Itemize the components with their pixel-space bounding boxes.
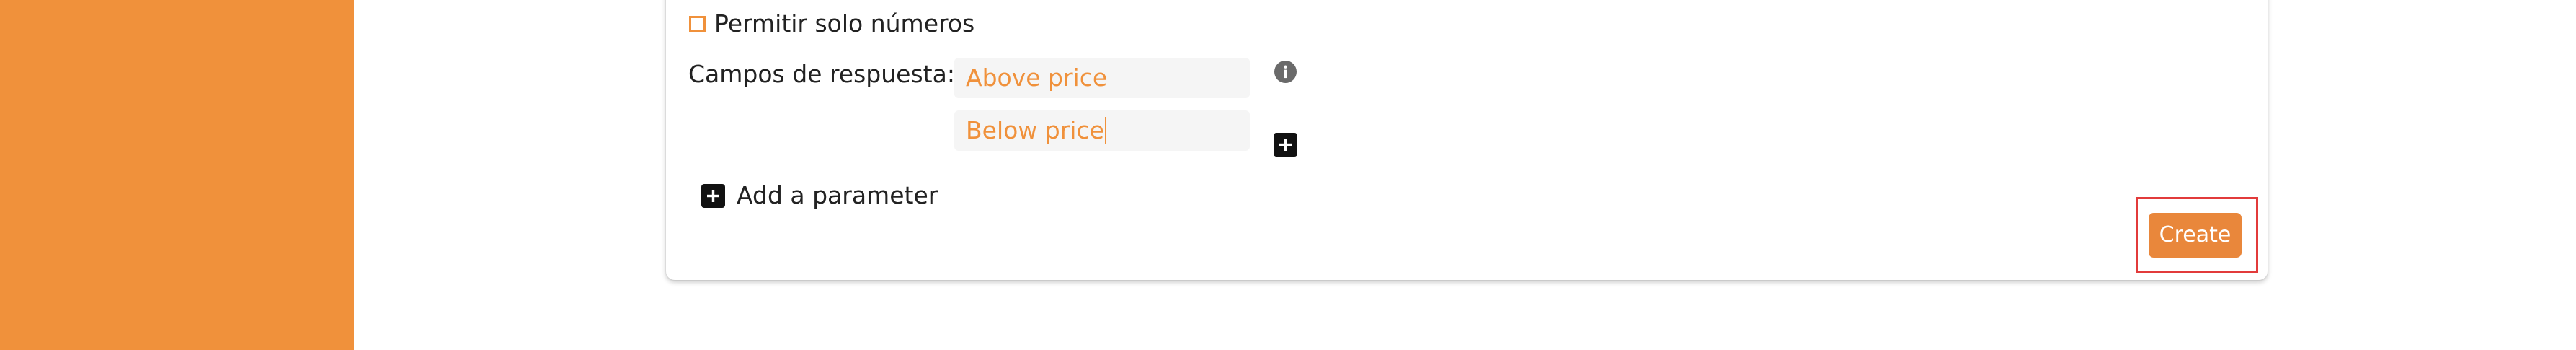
response-fields-label: Campos de respuesta:: [688, 60, 955, 88]
add-parameter-button[interactable]: Add a parameter: [701, 181, 938, 210]
numbers-only-label: Permitir solo números: [714, 9, 975, 38]
response-field-1-value: Above price: [966, 64, 1108, 92]
add-response-field-plus-icon[interactable]: [1274, 133, 1297, 157]
numbers-only-option[interactable]: Permitir solo números: [689, 9, 974, 38]
response-field-2[interactable]: Below price: [954, 110, 1250, 151]
response-field-1[interactable]: Above price: [954, 58, 1250, 98]
numbers-only-checkbox[interactable]: [689, 15, 706, 32]
info-icon[interactable]: [1274, 61, 1297, 83]
add-parameter-label: Add a parameter: [737, 181, 938, 209]
orange-sidebar: [0, 0, 354, 350]
text-caret: [1104, 116, 1106, 144]
add-parameter-plus-icon: [701, 183, 725, 208]
response-field-2-value: Below price: [966, 116, 1104, 144]
form-card: [666, 0, 2268, 280]
create-button[interactable]: Create: [2149, 213, 2242, 258]
